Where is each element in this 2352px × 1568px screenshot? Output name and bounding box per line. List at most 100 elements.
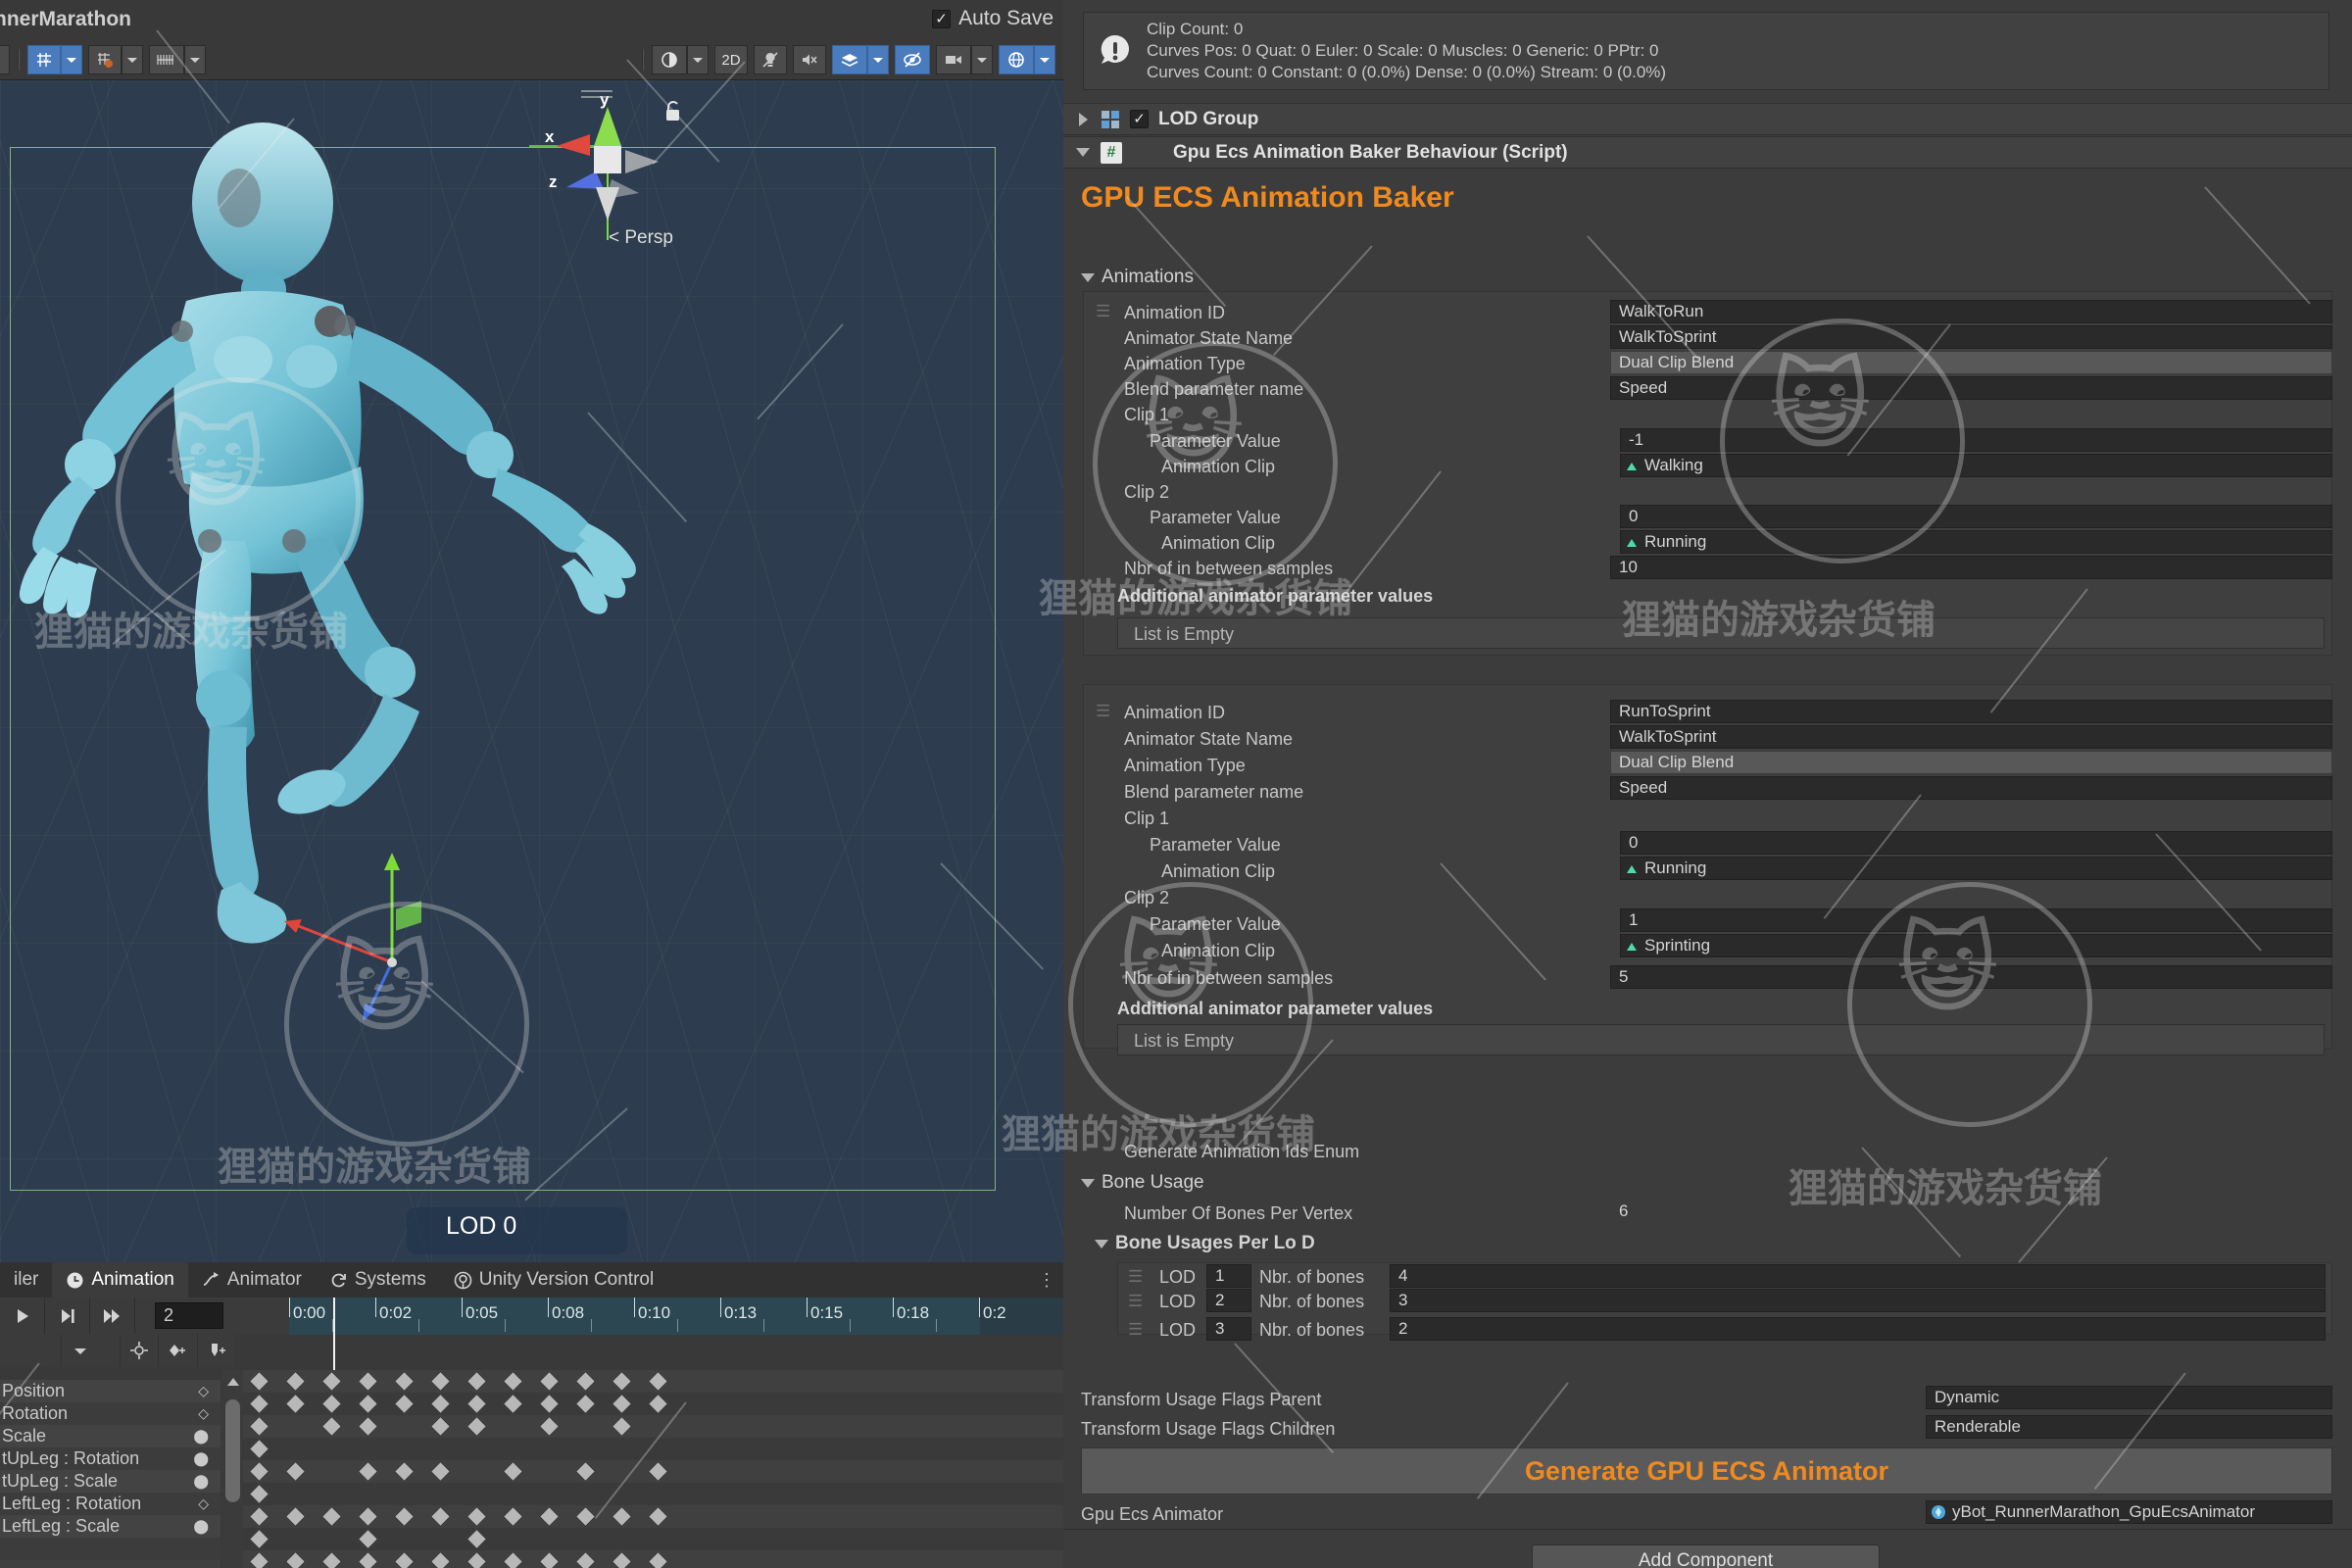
reorder-handle[interactable]: ☰ xyxy=(1096,702,1110,721)
snap-increment-dropdown[interactable] xyxy=(122,45,143,74)
next-frame-button[interactable] xyxy=(45,1298,90,1334)
animations-foldout[interactable]: Animations xyxy=(1081,267,1194,288)
animation-type-dropdown[interactable]: Dual Clip Blend xyxy=(1610,351,2332,374)
lod-index-field[interactable]: 3 xyxy=(1206,1317,1251,1341)
snap-increment-button[interactable] xyxy=(88,45,122,74)
tab-profiler[interactable]: iler xyxy=(0,1262,52,1298)
scene-gizmos-icon[interactable] xyxy=(999,45,1034,74)
dopesheet-row[interactable] xyxy=(243,1505,1063,1528)
dopesheet-row[interactable] xyxy=(243,1415,1063,1438)
clip-dropdown[interactable] xyxy=(61,1334,100,1367)
animation-type-dropdown-2[interactable]: Dual Clip Blend xyxy=(1610,751,2332,774)
dopesheet-row[interactable] xyxy=(243,1393,1063,1415)
snap-ruler-button[interactable] xyxy=(149,45,184,74)
in-between-samples-field-2[interactable]: 5 xyxy=(1610,965,2332,989)
list-item[interactable]: Position ◇ xyxy=(0,1380,220,1402)
dopesheet-row[interactable] xyxy=(243,1460,1063,1483)
key-ellipse-icon[interactable]: ⬤ xyxy=(193,1518,209,1535)
list-item[interactable] xyxy=(0,1538,220,1560)
transform-gizmo[interactable] xyxy=(274,825,529,1041)
in-between-samples-field[interactable]: 10 xyxy=(1610,556,2332,579)
grid-axis-dropdown[interactable] xyxy=(61,45,82,74)
list-item[interactable]: Rotation ◇ xyxy=(0,1402,220,1425)
key-ellipse-icon[interactable]: ⬤ xyxy=(193,1428,209,1445)
lod-index-field[interactable]: 2 xyxy=(1206,1289,1251,1312)
panel-options-icon[interactable]: ⋮ xyxy=(1038,1270,1055,1291)
transform-usage-parent-dropdown[interactable]: Dynamic xyxy=(1926,1386,2332,1409)
last-frame-button[interactable] xyxy=(90,1298,135,1334)
lod-index-field[interactable]: 1 xyxy=(1206,1264,1251,1288)
scene-viewport[interactable]: y x z < Persp LOD 0 xyxy=(0,80,1063,1262)
reorder-handle[interactable]: ☰ xyxy=(1128,1320,1143,1340)
shading-mode-button[interactable] xyxy=(652,45,687,74)
list-item[interactable]: LeftLeg : Scale ⬤ xyxy=(0,1515,220,1538)
add-component-button[interactable]: Add Component xyxy=(1532,1544,1880,1568)
scene-fx-dropdown[interactable] xyxy=(867,45,889,74)
clip1-animation-clip-field[interactable]: Walking xyxy=(1620,454,2332,477)
bone-usage-foldout[interactable]: Bone Usage xyxy=(1081,1172,1204,1194)
additional-params-list[interactable] xyxy=(1117,617,2325,649)
transform-usage-children-dropdown[interactable]: Renderable xyxy=(1926,1415,2332,1439)
bones-count-field[interactable]: 4 xyxy=(1390,1264,2326,1288)
record-button[interactable] xyxy=(119,1334,159,1367)
play-button[interactable] xyxy=(0,1298,45,1334)
auto-save-checkbox[interactable]: ✓ xyxy=(932,9,952,28)
blend-param-field-2[interactable]: Speed xyxy=(1610,776,2332,800)
bone-usages-per-lod-foldout[interactable]: Bone Usages Per Lo D xyxy=(1095,1233,1315,1254)
lod-group-enabled-checkbox[interactable]: ✓ xyxy=(1130,110,1149,128)
current-frame-input[interactable]: 2 xyxy=(155,1302,223,1329)
scene-camera-icon[interactable] xyxy=(936,45,971,74)
dopesheet[interactable] xyxy=(243,1370,1063,1568)
component-header-lod-group[interactable]: ✓ LOD Group xyxy=(1063,103,2352,135)
shading-mode-dropdown[interactable] xyxy=(687,45,709,74)
dopesheet-row[interactable] xyxy=(243,1550,1063,1568)
scene-camera-dropdown[interactable] xyxy=(971,45,993,74)
scene-visibility-icon[interactable] xyxy=(895,45,930,74)
list-item[interactable]: tUpLeg : Rotation ⬤ xyxy=(0,1447,220,1470)
timeline-ruler[interactable]: 0:00 0:02 0:05 0:08 0:10 0:13 0:15 0:18 xyxy=(289,1298,1063,1335)
clip1-param-value-field-2[interactable]: 0 xyxy=(1620,831,2332,855)
scene-perspective-label[interactable]: < Persp xyxy=(609,227,673,249)
reorder-handle[interactable]: ☰ xyxy=(1096,302,1110,321)
gizmo-lock-icon[interactable] xyxy=(663,100,683,128)
dopesheet-row[interactable] xyxy=(243,1370,1063,1393)
dopesheet-row[interactable] xyxy=(243,1438,1063,1460)
list-item[interactable]: LeftLeg : Rotation ◇ xyxy=(0,1493,220,1515)
scroll-up-icon[interactable] xyxy=(226,1374,240,1392)
tab-systems[interactable]: Systems xyxy=(316,1262,440,1298)
reorder-handle[interactable]: ☰ xyxy=(1128,1267,1143,1287)
gpu-ecs-animator-field[interactable]: yBot_RunnerMarathon_GpuEcsAnimator xyxy=(1926,1500,2332,1524)
key-diamond-icon[interactable]: ◇ xyxy=(198,1383,209,1399)
key-ellipse-icon[interactable]: ⬤ xyxy=(193,1473,209,1490)
dopesheet-row[interactable] xyxy=(243,1483,1063,1505)
bones-per-vertex-value[interactable]: 6 xyxy=(1610,1200,2332,1223)
chevron-right-icon[interactable] xyxy=(1075,112,1091,127)
clip1-param-value-field[interactable]: -1 xyxy=(1620,428,2332,452)
clip1-animation-clip-field-2[interactable]: Running xyxy=(1620,857,2332,880)
scene-lighting-icon[interactable] xyxy=(754,45,787,74)
property-list-scrollbar[interactable] xyxy=(221,1370,243,1568)
snap-ruler-dropdown[interactable] xyxy=(184,45,206,74)
tab-unity-version-control[interactable]: Unity Version Control xyxy=(440,1262,667,1298)
grid-axis-y-button[interactable]: Y xyxy=(27,45,61,74)
bones-count-field[interactable]: 2 xyxy=(1390,1317,2326,1341)
component-header-script[interactable]: # Gpu Ecs Animation Baker Behaviour (Scr… xyxy=(1063,136,2352,169)
scrollbar-thumb[interactable] xyxy=(225,1399,240,1502)
list-item[interactable]: tUpLeg : Scale ⬤ xyxy=(0,1470,220,1493)
scene-fx-button[interactable] xyxy=(832,45,867,74)
scene-view-gizmo[interactable]: y x z xyxy=(529,85,686,242)
clip2-animation-clip-field-2[interactable]: Sprinting xyxy=(1620,934,2332,957)
animator-state-field-2[interactable]: WalkToSprint xyxy=(1610,725,2332,749)
auto-save-toggle[interactable]: ✓ Auto Save xyxy=(932,7,1054,30)
generate-gpu-ecs-animator-button[interactable]: Generate GPU ECS Animator xyxy=(1081,1447,2332,1494)
scene-gizmos-dropdown[interactable] xyxy=(1034,45,1055,74)
clip2-param-value-field[interactable]: 0 xyxy=(1620,505,2332,528)
toggle-2d-button[interactable]: 2D xyxy=(714,45,748,74)
list-item[interactable]: Scale ⬤ xyxy=(0,1425,220,1447)
add-event-button[interactable] xyxy=(196,1334,236,1367)
additional-params-list-2[interactable] xyxy=(1117,1024,2325,1055)
key-ellipse-icon[interactable]: ⬤ xyxy=(193,1450,209,1467)
blend-param-field[interactable]: Speed xyxy=(1610,376,2332,400)
key-diamond-icon[interactable]: ◇ xyxy=(198,1495,209,1512)
scene-audio-mute-icon[interactable] xyxy=(793,45,826,74)
